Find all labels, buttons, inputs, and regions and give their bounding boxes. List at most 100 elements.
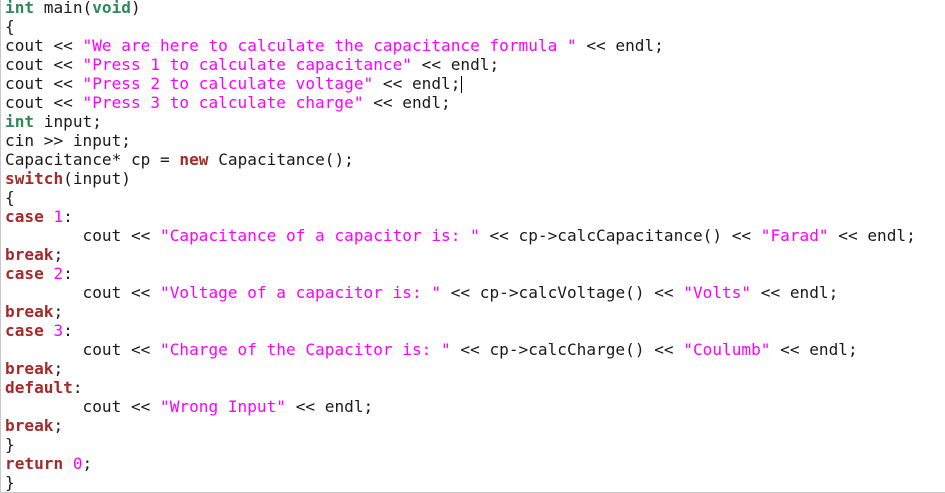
string-literal: "Voltage of a capacitor is: " (160, 283, 442, 302)
code-line[interactable]: break; (5, 359, 916, 378)
string-literal: "Press 3 to calculate charge" (82, 93, 364, 112)
type-token: void (92, 0, 131, 17)
code-text: } (5, 473, 15, 492)
code-text: cout << (5, 93, 83, 112)
code-line[interactable]: int main(void) (5, 0, 916, 17)
code-text: cout << (5, 74, 83, 93)
keyword-token: break (5, 359, 54, 378)
code-text: { (5, 17, 15, 36)
code-text: << endl; (286, 397, 374, 416)
code-text: << endl; (411, 55, 500, 74)
keyword-token: case (5, 207, 44, 226)
code-text: ; (82, 454, 93, 473)
text-cursor (461, 76, 463, 93)
code-text: cout << (5, 340, 161, 359)
code-text: cout << (5, 283, 161, 302)
type-token: int (5, 112, 35, 131)
code-line[interactable]: cout << "Voltage of a capacitor is: " <<… (5, 283, 916, 302)
code-editor[interactable]: int main(void){cout << "We are here to c… (0, 0, 945, 493)
string-literal: "Capacitance of a capacitor is: " (160, 226, 480, 245)
code-text: ; (53, 245, 64, 264)
keyword-token: new (179, 150, 209, 169)
code-text: << endl; (828, 226, 916, 245)
code-line[interactable]: case 1: (5, 207, 916, 226)
string-literal: "Farad" (760, 226, 829, 245)
string-literal: "We are here to calculate the capacitanc… (82, 36, 577, 55)
keyword-token: break (5, 302, 54, 321)
code-line[interactable]: } (5, 473, 916, 492)
code-line[interactable]: default: (5, 378, 916, 397)
code-text: cout << (5, 55, 83, 74)
string-literal: "Press 2 to calculate voltage" (82, 74, 374, 93)
code-text: cout << (5, 226, 161, 245)
number-literal: 0 (72, 454, 83, 473)
code-text: : (63, 264, 73, 283)
code-text: Capacitance(); (208, 150, 354, 169)
code-line[interactable]: case 2: (5, 264, 916, 283)
code-text: cin >> input; (5, 131, 131, 150)
string-literal: "Volts" (683, 283, 752, 302)
code-text: cout << (5, 36, 83, 55)
string-literal: "Coulumb" (683, 340, 771, 359)
code-line[interactable]: break; (5, 302, 916, 321)
type-token: int (5, 0, 35, 17)
keyword-token: default (5, 378, 73, 397)
code-text: << endl; (751, 283, 839, 302)
code-text: << endl; (373, 74, 461, 93)
string-literal: "Wrong Input" (160, 397, 286, 416)
code-text: << cp->calcVoltage() << (441, 283, 684, 302)
code-line[interactable]: cout << "Press 2 to calculate voltage" <… (5, 74, 916, 93)
code-line[interactable]: break; (5, 245, 916, 264)
code-line[interactable]: cout << "Capacitance of a capacitor is: … (5, 226, 916, 245)
code-line[interactable]: int input; (5, 112, 916, 131)
code-line[interactable]: cout << "Charge of the Capacitor is: " <… (5, 340, 916, 359)
code-text: << cp->calcCharge() << (450, 340, 684, 359)
code-text: cout << (5, 397, 161, 416)
code-text: << endl; (770, 340, 858, 359)
code-line[interactable]: switch(input) (5, 169, 916, 188)
keyword-token: switch (5, 169, 64, 188)
code-text: { (5, 188, 15, 207)
code-line[interactable]: break; (5, 416, 916, 435)
keyword-token: break (5, 416, 54, 435)
code-text: (input) (63, 169, 131, 188)
code-text: input; (34, 112, 102, 131)
number-literal: 2 (53, 264, 64, 283)
keyword-token: break (5, 245, 54, 264)
code-text: main( (34, 0, 93, 17)
code-line[interactable]: Capacitance* cp = new Capacitance(); (5, 150, 916, 169)
code-text: ; (53, 416, 64, 435)
code-text: << cp->calcCapacitance() << (479, 226, 761, 245)
code-text: : (72, 378, 83, 397)
code-text: Capacitance* cp = (5, 150, 180, 169)
code-line[interactable]: case 3: (5, 321, 916, 340)
string-literal: "Charge of the Capacitor is: " (160, 340, 451, 359)
code-content[interactable]: int main(void){cout << "We are here to c… (5, 0, 916, 492)
code-line[interactable]: } (5, 435, 916, 454)
code-line[interactable]: { (5, 17, 916, 36)
code-text: << endl; (576, 36, 664, 55)
code-text: : (63, 207, 73, 226)
code-line[interactable]: cin >> input; (5, 131, 916, 150)
code-line[interactable]: cout << "Press 3 to calculate charge" <<… (5, 93, 916, 112)
number-literal: 1 (53, 207, 64, 226)
code-text: : (63, 321, 73, 340)
code-line[interactable]: cout << "Press 1 to calculate capacitanc… (5, 55, 916, 74)
code-text: << endl; (363, 93, 451, 112)
string-literal: "Press 1 to calculate capacitance" (82, 55, 412, 74)
keyword-token: case (5, 321, 44, 340)
number-literal: 3 (53, 321, 64, 340)
keyword-token: return (5, 454, 64, 473)
code-text: ) (130, 0, 141, 17)
code-line[interactable]: cout << "We are here to calculate the ca… (5, 36, 916, 55)
code-line[interactable]: return 0; (5, 454, 916, 473)
keyword-token: case (5, 264, 44, 283)
code-line[interactable]: { (5, 188, 916, 207)
code-text: ; (53, 302, 64, 321)
code-text: ; (53, 359, 64, 378)
code-line[interactable]: cout << "Wrong Input" << endl; (5, 397, 916, 416)
